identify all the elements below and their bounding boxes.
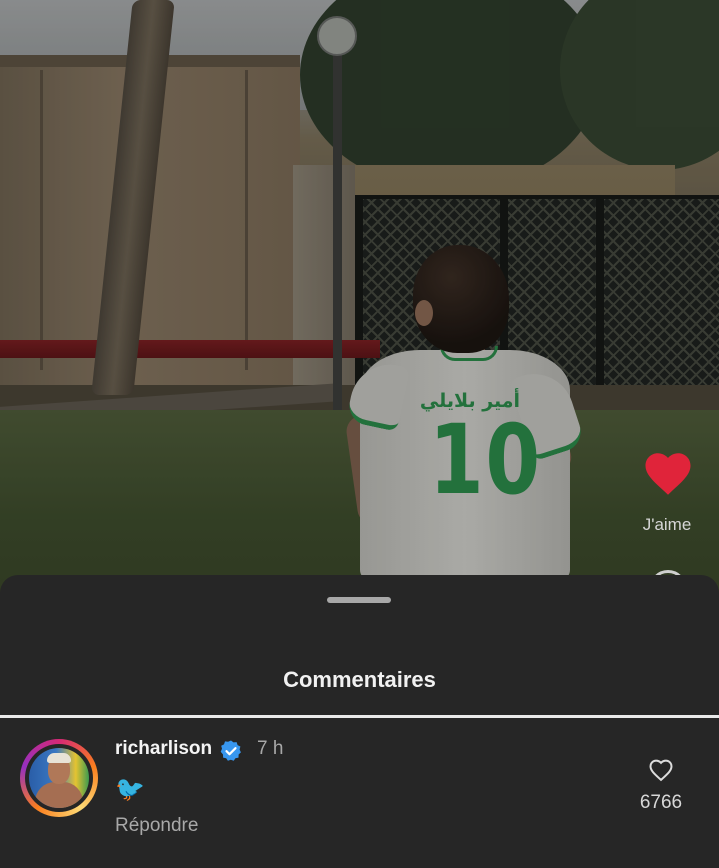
avatar-body	[35, 782, 83, 808]
comments-sheet: Commentaires richarlison 7 h 🐦 Répondre …	[0, 575, 719, 868]
verified-badge-icon	[220, 740, 241, 761]
avatar-hair	[47, 753, 71, 763]
comment-username[interactable]: richarlison	[115, 738, 212, 760]
sheet-title: Commentaires	[283, 667, 436, 692]
heart-filled-icon[interactable]	[641, 447, 695, 501]
divider	[0, 715, 719, 718]
drag-handle[interactable]	[327, 597, 391, 603]
avatar[interactable]	[29, 748, 89, 808]
sheet-scrim	[0, 0, 719, 600]
reply-button[interactable]: Répondre	[115, 815, 198, 837]
like-label: J'aime	[642, 515, 692, 534]
reel-video[interactable]: أمير بلايلي 10 J'aime	[0, 0, 719, 600]
comment-time: 7 h	[257, 738, 284, 759]
heart-outline-icon[interactable]	[646, 756, 676, 784]
comment-text: 🐦	[115, 776, 145, 803]
comment-like-count: 6766	[639, 792, 683, 813]
